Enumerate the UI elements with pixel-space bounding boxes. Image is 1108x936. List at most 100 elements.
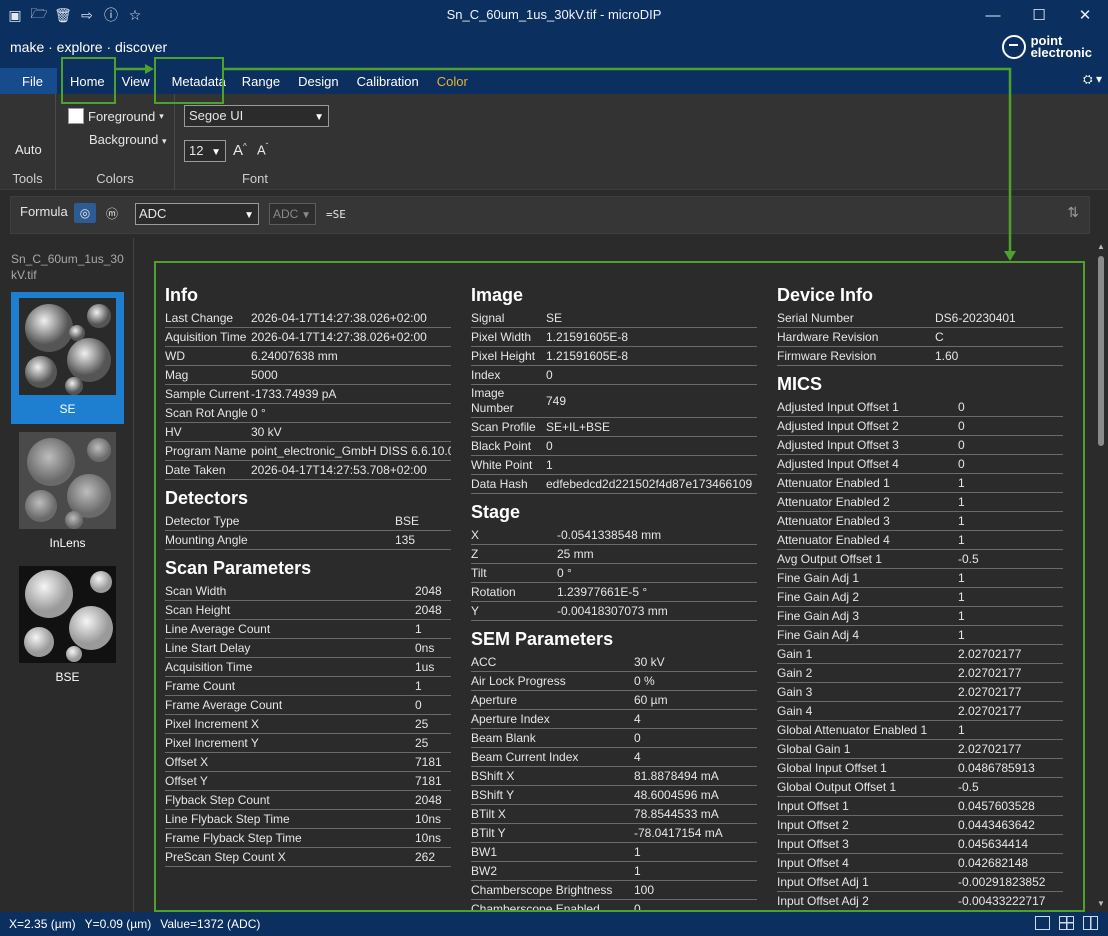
metadata-value[interactable]: 0 % (634, 673, 757, 690)
delete-icon[interactable]: 🗑 (54, 6, 72, 24)
metadata-value[interactable]: 0 (958, 399, 1063, 416)
sort-icon[interactable]: ⇅ (1067, 204, 1079, 221)
menu-home[interactable]: Home (61, 68, 114, 94)
metadata-value[interactable]: 1 (958, 532, 1063, 549)
metadata-value[interactable]: 0 ° (557, 565, 757, 582)
metadata-value[interactable]: 1 (958, 627, 1063, 644)
metadata-value[interactable]: 1.60 (935, 348, 1063, 365)
metadata-value[interactable]: BSE (395, 513, 451, 530)
menu-calibration[interactable]: Calibration (348, 68, 428, 94)
metadata-value[interactable]: C (935, 329, 1063, 346)
metadata-value[interactable]: 1 (415, 678, 451, 695)
metadata-value[interactable]: 25 mm (557, 546, 757, 563)
metadata-value[interactable]: 0 (546, 367, 757, 384)
metadata-value[interactable]: 1 (958, 494, 1063, 511)
auto-button[interactable]: Auto (15, 142, 42, 157)
menu-color[interactable]: Color (428, 68, 477, 94)
metadata-value[interactable]: edfebedcd2d221502f4d87e173466109 (546, 476, 757, 493)
metadata-value[interactable]: 2.02702177 (958, 646, 1063, 663)
metadata-value[interactable]: 0 (415, 697, 451, 714)
metadata-value[interactable]: -0.5 (958, 779, 1063, 796)
metadata-value[interactable]: -1733.74939 pA (251, 386, 451, 403)
channel-select[interactable]: ADC ▼ (135, 203, 259, 225)
metadata-value[interactable]: 0.0457603528 (958, 798, 1063, 815)
export-icon[interactable]: ⇨ (78, 6, 96, 24)
metadata-value[interactable]: 0 ° (251, 405, 451, 422)
metadata-value[interactable]: -0.0541338548 mm (557, 527, 757, 544)
unit-select[interactable]: ADC ▼ (269, 203, 316, 225)
metadata-value[interactable]: 78.8544533 mA (634, 806, 757, 823)
font-family-select[interactable]: Segoe UI ▼ (184, 105, 329, 127)
metadata-value[interactable]: 0 (634, 901, 757, 913)
menu-range[interactable]: Range (233, 68, 289, 94)
metadata-value[interactable]: 749 (546, 393, 757, 410)
metadata-value[interactable]: 0 (634, 730, 757, 747)
metadata-value[interactable]: 0ns (415, 640, 451, 657)
metadata-value[interactable]: 10ns (415, 811, 451, 828)
close-button[interactable]: ✕ (1062, 0, 1108, 30)
metadata-value[interactable]: 2026-04-17T14:27:38.026+02:00 (251, 329, 451, 346)
metadata-value[interactable]: 1 (415, 621, 451, 638)
metadata-value[interactable]: 48.6004596 mA (634, 787, 757, 804)
metadata-value[interactable]: 25 (415, 735, 451, 752)
metadata-value[interactable]: SE+IL+BSE (546, 419, 757, 436)
metadata-value[interactable]: 1 (546, 457, 757, 474)
metadata-value[interactable]: 0 (958, 456, 1063, 473)
metadata-value[interactable]: 7181 (415, 754, 451, 771)
menu-view[interactable]: View (113, 68, 159, 94)
metadata-value[interactable]: -0.00291823852 (958, 874, 1063, 891)
metadata-value[interactable]: 4 (634, 711, 757, 728)
maximize-button[interactable]: ☐ (1016, 0, 1062, 30)
vertical-scrollbar[interactable]: ▲ ▼ (1094, 238, 1108, 912)
metadata-value[interactable]: 100 (634, 882, 757, 899)
metadata-value[interactable]: 5000 (251, 367, 451, 384)
info-icon[interactable]: ⓘ (102, 6, 120, 24)
metadata-value[interactable]: 60 µm (634, 692, 757, 709)
metadata-value[interactable]: 2048 (415, 602, 451, 619)
metadata-value[interactable]: 1us (415, 659, 451, 676)
metadata-value[interactable]: 7181 (415, 773, 451, 790)
metadata-value[interactable]: 0 (958, 418, 1063, 435)
metadata-value[interactable]: -0.5 (958, 551, 1063, 568)
metadata-value[interactable]: 0.0486785913 (958, 760, 1063, 777)
metadata-value[interactable]: 1 (634, 863, 757, 880)
metadata-value[interactable]: 1 (958, 513, 1063, 530)
metadata-value[interactable]: 1 (634, 844, 757, 861)
metadata-value[interactable]: 2026-04-17T14:27:38.026+02:00 (251, 310, 451, 327)
metadata-value[interactable]: 2026-04-17T14:27:53.708+02:00 (251, 462, 451, 479)
menu-metadata[interactable]: Metadata (163, 68, 235, 94)
metadata-value[interactable]: 2.02702177 (958, 703, 1063, 720)
open-folder-icon[interactable]: 🗁 (30, 5, 48, 24)
single-view-icon[interactable] (1035, 916, 1050, 930)
scrollbar-thumb[interactable] (1098, 256, 1104, 446)
metadata-value[interactable]: 2.02702177 (958, 665, 1063, 682)
metadata-value[interactable]: 25 (415, 716, 451, 733)
menu-file[interactable]: File (0, 68, 57, 94)
metadata-value[interactable]: DS6-20230401 (935, 310, 1063, 327)
metadata-value[interactable]: 1 (958, 475, 1063, 492)
grow-font-icon[interactable]: A^ (233, 142, 247, 159)
foreground-button[interactable]: Foreground ▾ (68, 108, 164, 124)
metadata-value[interactable]: 30 kV (251, 424, 451, 441)
metadata-value[interactable]: 2.02702177 (958, 741, 1063, 758)
metadata-value[interactable]: SE (546, 310, 757, 327)
star-icon[interactable]: ☆ (126, 6, 144, 24)
split-view-icon[interactable] (1083, 916, 1098, 930)
metadata-value[interactable]: 135 (395, 532, 451, 549)
metadata-value[interactable]: 1.21591605E-8 (546, 329, 757, 346)
metadata-value[interactable]: 262 (415, 849, 451, 866)
metadata-value[interactable]: 1 (958, 722, 1063, 739)
metadata-value[interactable]: 6.24007638 mm (251, 348, 451, 365)
metadata-value[interactable]: 4 (634, 749, 757, 766)
formula-mode-icon[interactable]: ◎ (74, 203, 96, 223)
metadata-value[interactable]: 1.23977661E-5 ° (557, 584, 757, 601)
metadata-value[interactable]: 1 (958, 570, 1063, 587)
metadata-value[interactable]: 2048 (415, 583, 451, 600)
thumbnail-inlens[interactable]: InLens (11, 426, 124, 558)
metadata-value[interactable]: 1.21591605E-8 (546, 348, 757, 365)
metadata-value[interactable]: -0.00418307073 mm (557, 603, 757, 620)
metadata-value[interactable]: 1 (958, 589, 1063, 606)
metadata-value[interactable]: 0.0443463642 (958, 817, 1063, 834)
shrink-font-icon[interactable]: Aˇ (257, 142, 268, 157)
metadata-value[interactable]: 0 (546, 438, 757, 455)
